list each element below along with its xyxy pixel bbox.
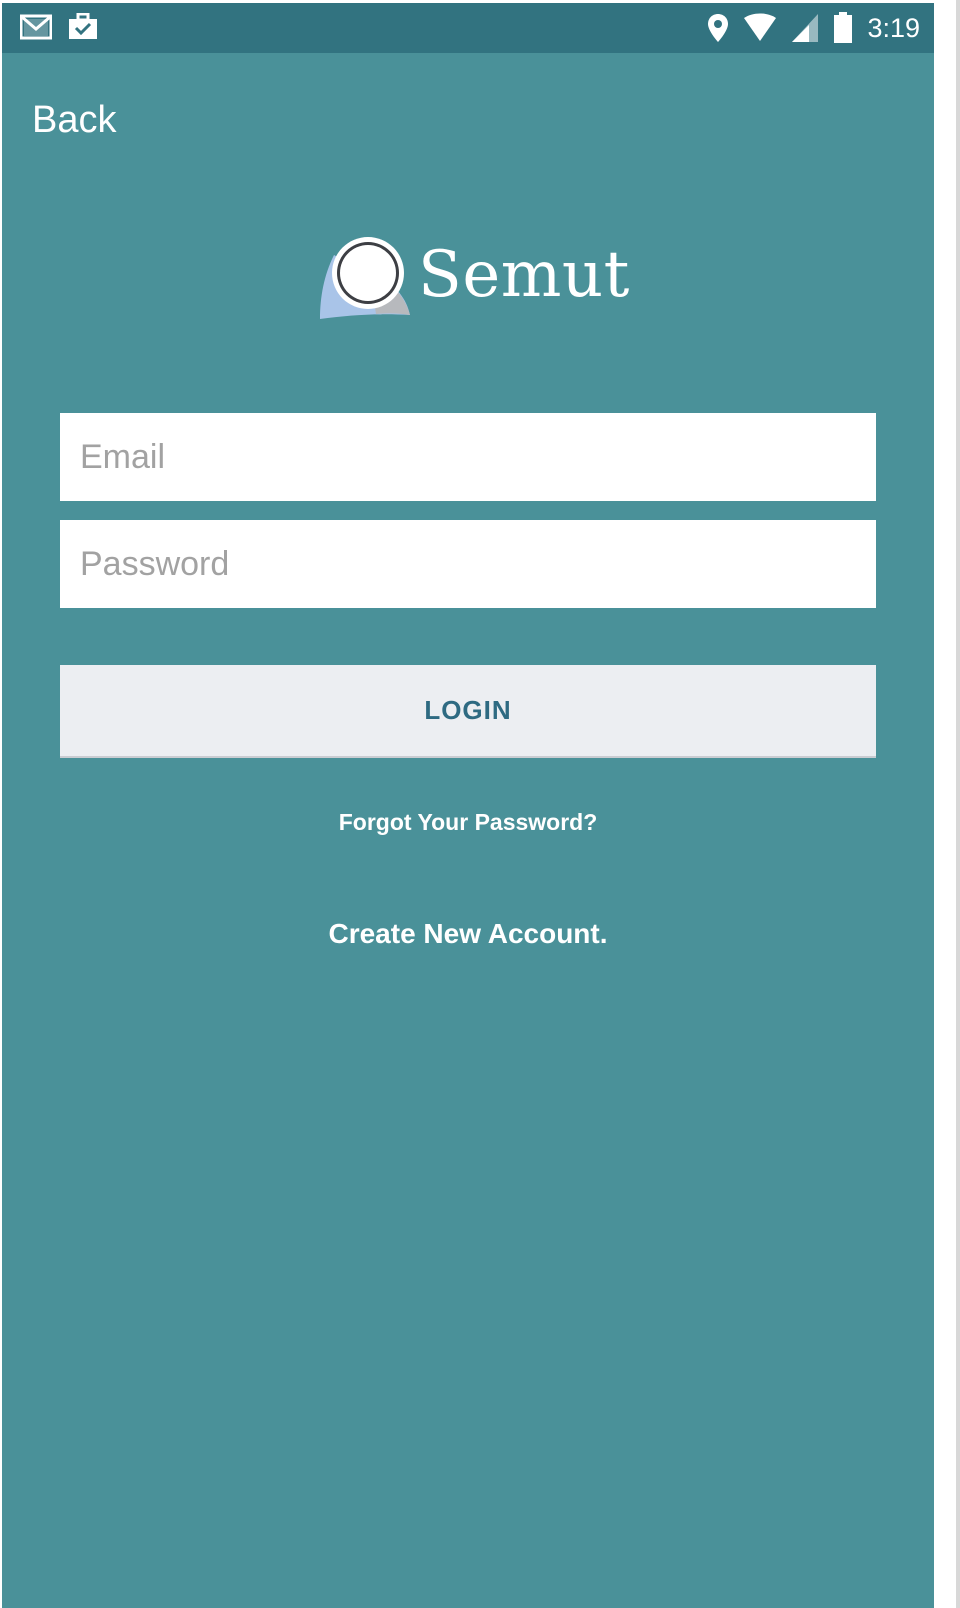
- device-frame: 3:19 Back Semut LOGIN Forgot Your Passwo…: [0, 0, 960, 1608]
- login-button[interactable]: LOGIN: [60, 665, 876, 758]
- back-button[interactable]: Back: [32, 99, 116, 142]
- device-edge: [956, 0, 960, 1608]
- signal-icon: [792, 14, 819, 42]
- logo-wordmark: Semut: [418, 238, 630, 312]
- forgot-password-link[interactable]: Forgot Your Password?: [2, 809, 934, 836]
- status-clock: 3:19: [867, 13, 920, 43]
- app-logo: Semut: [320, 235, 630, 321]
- gmail-icon: [20, 14, 52, 40]
- system-icons: 3:19: [707, 12, 920, 44]
- semut-logo-icon: [320, 237, 410, 319]
- location-icon: [708, 14, 729, 42]
- notification-icons: [20, 13, 98, 41]
- battery-icon: [834, 12, 853, 43]
- password-field[interactable]: [60, 520, 876, 608]
- email-field[interactable]: [60, 413, 876, 501]
- status-bar: 3:19: [2, 3, 934, 53]
- briefcase-check-icon: [69, 13, 97, 39]
- create-account-link[interactable]: Create New Account.: [2, 918, 934, 950]
- login-screen: 3:19 Back Semut LOGIN Forgot Your Passwo…: [2, 3, 934, 1608]
- wifi-icon: [744, 13, 777, 41]
